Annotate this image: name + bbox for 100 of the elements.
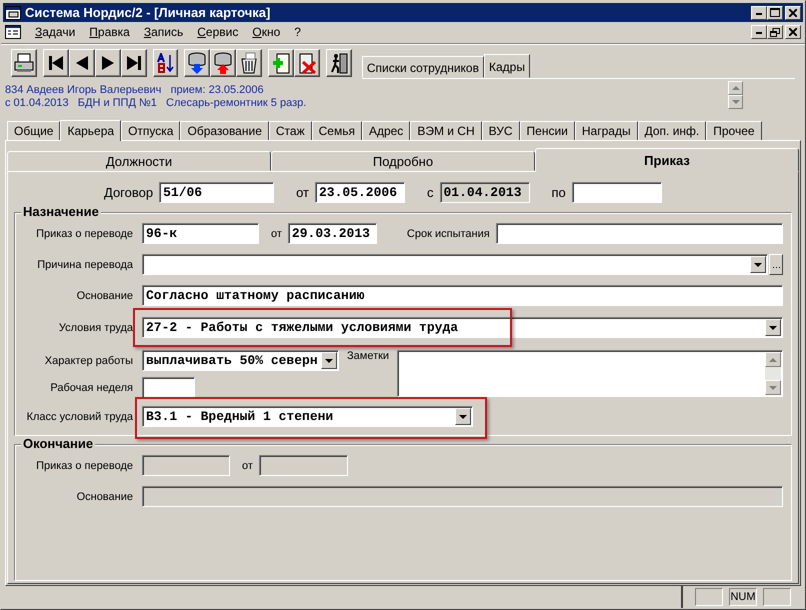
scroll-down-button[interactable] — [765, 380, 781, 395]
notes-field[interactable] — [397, 350, 783, 397]
work-nature-dropdown[interactable]: выплачивать 50% северн — [142, 350, 339, 371]
reason-dropdown[interactable] — [142, 254, 768, 275]
field-label: Условия труда — [58, 322, 133, 334]
date-field[interactable]: 23.05.2006 — [315, 182, 405, 203]
condition-class-dropdown[interactable]: В3.1 - Вредный 1 степени — [142, 406, 473, 427]
group-title: Окончание — [21, 436, 96, 451]
maximize-icon — [770, 8, 780, 17]
minimize-button[interactable] — [751, 25, 767, 39]
field-label: Причина перевода — [36, 258, 133, 270]
field-label: Заметки — [347, 350, 390, 362]
menu-item[interactable]: Сервис — [197, 25, 238, 39]
dropdown-button[interactable] — [455, 408, 471, 425]
subsection-tab[interactable]: Подробно — [271, 151, 535, 171]
restore-button[interactable] — [767, 25, 783, 39]
field-label: Характер работы — [44, 354, 133, 366]
last-record-button[interactable] — [120, 48, 147, 76]
section-tab[interactable]: Образование — [180, 121, 269, 140]
section-tab[interactable]: Пенсии — [520, 121, 575, 140]
field-label: от — [242, 460, 253, 472]
section-tab[interactable]: ВУС — [482, 121, 520, 140]
delete-document-icon — [297, 52, 318, 74]
menu-item[interactable]: Задачи — [35, 25, 76, 39]
menu-item[interactable]: Правка — [89, 25, 130, 39]
caret-icon — [459, 414, 467, 418]
contract-number-field[interactable]: 51/06 — [159, 182, 274, 203]
menu-item[interactable]: Окно — [252, 25, 280, 39]
document-icon[interactable] — [5, 25, 21, 39]
previous-record-button[interactable] — [68, 48, 95, 76]
dropdown-button[interactable] — [750, 256, 766, 273]
print-button[interactable] — [11, 48, 37, 76]
caret-icon — [769, 326, 777, 330]
sort-icon — [155, 52, 176, 72]
status-panel — [695, 588, 723, 606]
scroll-down-button[interactable] — [728, 95, 743, 109]
subsection-tab[interactable]: Должности — [7, 151, 271, 171]
field-label: Срок испытания — [406, 228, 490, 240]
minimize-icon — [756, 12, 762, 14]
door-exit-icon — [329, 52, 350, 74]
field-label: Приказ о переводе — [35, 460, 133, 472]
close-button[interactable] — [785, 6, 801, 20]
field-label: от — [271, 228, 282, 240]
caret-icon — [754, 262, 762, 266]
field-label: Рабочая неделя — [49, 382, 133, 394]
clear-button[interactable] — [236, 48, 262, 76]
close-icon — [789, 28, 797, 36]
down-arrow-icon — [732, 100, 740, 104]
sort-button[interactable] — [152, 48, 178, 76]
scrollbar[interactable] — [765, 352, 781, 395]
section-tab[interactable]: Прочее — [706, 121, 762, 140]
minimize-button[interactable] — [751, 6, 767, 20]
menu-item[interactable]: Запись — [144, 25, 184, 39]
browse-button[interactable] — [769, 254, 783, 275]
add-button[interactable] — [268, 48, 294, 76]
field-label: от — [296, 185, 309, 200]
database-download-icon — [187, 52, 208, 74]
section-tab[interactable]: Семья — [312, 121, 362, 140]
up-arrow-icon — [732, 86, 740, 90]
status-panel — [763, 588, 791, 606]
field-label: Класс условий труда — [26, 410, 133, 422]
section-tab[interactable]: ВЭМ и СН — [410, 121, 482, 140]
date-field[interactable] — [572, 182, 662, 203]
down-arrow-icon — [769, 386, 777, 390]
working-conditions-dropdown[interactable]: 27-2 - Работы с тяжелыми условиями труда — [142, 317, 783, 338]
work-week-field[interactable] — [142, 377, 195, 398]
maximize-button[interactable] — [767, 6, 783, 20]
section-tab[interactable]: Стаж — [268, 121, 312, 140]
export-button[interactable] — [210, 48, 236, 76]
close-button[interactable] — [785, 25, 801, 39]
first-record-button[interactable] — [42, 48, 69, 76]
scroll-up-button[interactable] — [765, 352, 781, 367]
delete-button[interactable] — [294, 48, 320, 76]
exit-button[interactable] — [326, 48, 352, 76]
section-tab[interactable]: Адрес — [362, 121, 410, 140]
section-tab[interactable]: Карьера — [60, 120, 122, 141]
view-tab[interactable]: Кадры — [484, 54, 530, 78]
date-field[interactable]: 29.03.2013 — [288, 223, 377, 244]
view-tab[interactable]: Списки сотрудников — [362, 56, 484, 78]
section-tab[interactable]: Доп. инф. — [638, 121, 706, 140]
subsection-tab[interactable]: Приказ — [535, 148, 799, 172]
basis-field[interactable]: Согласно штатному расписанию — [142, 285, 783, 306]
section-tab[interactable]: Отпуска — [121, 121, 180, 140]
caret-icon — [325, 358, 333, 362]
scroll-up-button[interactable] — [728, 81, 743, 95]
order-number-field[interactable]: 96-к — [142, 223, 259, 244]
probation-field[interactable] — [496, 223, 783, 244]
dropdown-button[interactable] — [765, 319, 781, 336]
next-record-button[interactable] — [94, 48, 121, 76]
import-button[interactable] — [184, 48, 210, 76]
menu-item[interactable]: ? — [294, 25, 301, 39]
database-upload-icon — [213, 52, 234, 74]
date-field[interactable]: 01.04.2013 — [440, 182, 530, 203]
section-tab[interactable]: Общие — [7, 121, 60, 140]
add-document-icon — [271, 52, 292, 74]
field-label: Основание — [76, 490, 133, 502]
section-tab[interactable]: Награды — [574, 121, 638, 140]
field-label: Основание — [76, 290, 133, 302]
dropdown-button[interactable] — [321, 352, 337, 369]
employee-position: с 01.04.2013 БДН и ППД №1 Слесарь-ремонтник 5 разр. — [5, 97, 306, 110]
